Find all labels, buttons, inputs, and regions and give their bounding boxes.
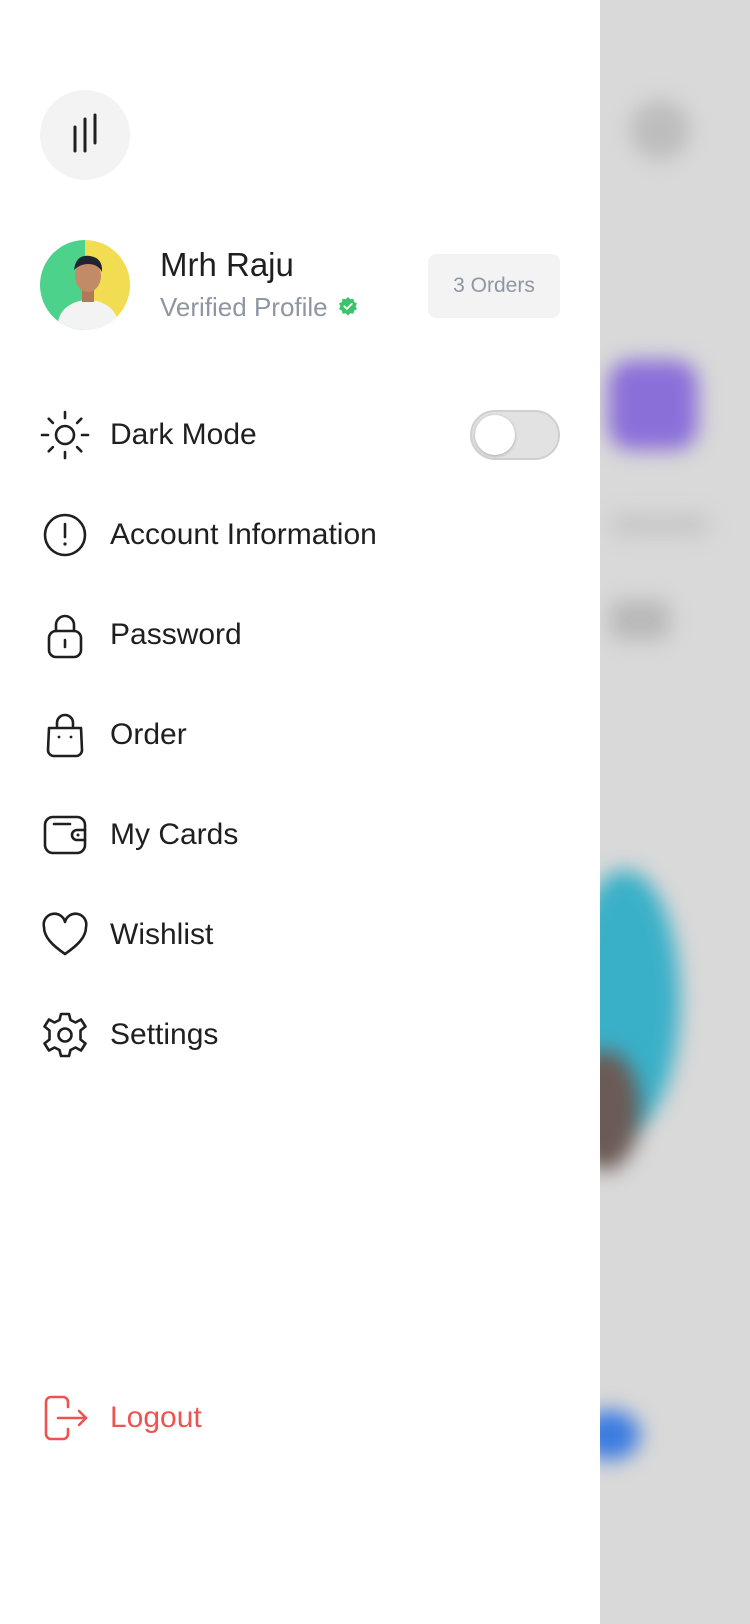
menu-item-order[interactable]: Order bbox=[40, 685, 560, 785]
menu-item-label: Wishlist bbox=[110, 918, 214, 951]
profile-card: Mrh Raju Verified Profile 3 Orders bbox=[40, 240, 560, 330]
menu-toggle-button[interactable] bbox=[40, 90, 130, 180]
dark-mode-toggle[interactable] bbox=[470, 410, 560, 460]
menu-item-wishlist[interactable]: Wishlist bbox=[40, 885, 560, 985]
profile-name: Mrh Raju bbox=[160, 246, 294, 283]
logout-button[interactable]: Logout bbox=[40, 1368, 202, 1468]
menu-item-account-information[interactable]: Account Information bbox=[40, 485, 560, 585]
menu-item-label: Dark Mode bbox=[110, 418, 257, 451]
lock-icon bbox=[40, 610, 90, 660]
menu-list: Dark Mode Account Information Password O… bbox=[40, 385, 560, 1085]
menu-item-label: Password bbox=[110, 618, 242, 651]
menu-item-label: Account Information bbox=[110, 518, 377, 551]
heart-icon bbox=[40, 910, 90, 960]
menu-item-label: Settings bbox=[110, 1018, 219, 1051]
logout-icon bbox=[40, 1393, 90, 1443]
menu-item-password[interactable]: Password bbox=[40, 585, 560, 685]
logout-label: Logout bbox=[110, 1401, 202, 1434]
background-app-preview bbox=[600, 0, 750, 1624]
navigation-drawer: Mrh Raju Verified Profile 3 Orders Dark … bbox=[0, 0, 600, 1624]
avatar[interactable] bbox=[40, 240, 130, 330]
menu-item-label: Order bbox=[110, 718, 187, 751]
sun-icon bbox=[40, 410, 90, 460]
menu-item-my-cards[interactable]: My Cards bbox=[40, 785, 560, 885]
verified-badge-icon bbox=[338, 292, 358, 323]
toggle-knob bbox=[475, 415, 515, 455]
profile-status: Verified Profile bbox=[160, 292, 358, 323]
menu-item-label: My Cards bbox=[110, 818, 239, 851]
orders-badge[interactable]: 3 Orders bbox=[428, 254, 560, 318]
info-icon bbox=[40, 510, 90, 560]
menu-item-settings[interactable]: Settings bbox=[40, 985, 560, 1085]
menu-item-dark-mode[interactable]: Dark Mode bbox=[40, 385, 560, 485]
verified-label: Verified Profile bbox=[160, 292, 328, 322]
gear-icon bbox=[40, 1010, 90, 1060]
wallet-icon bbox=[40, 810, 90, 860]
bag-icon bbox=[40, 710, 90, 760]
menu-bars-icon bbox=[70, 113, 100, 158]
